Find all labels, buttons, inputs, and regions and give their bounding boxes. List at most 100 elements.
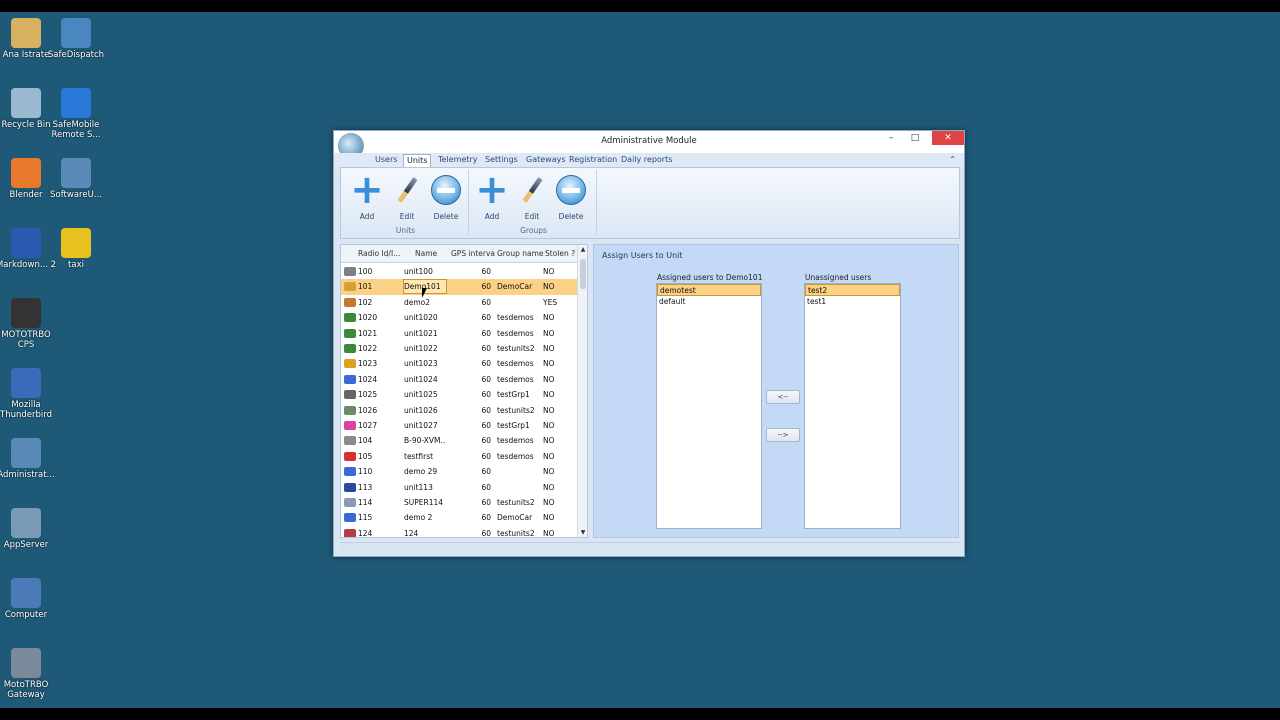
desktop-icon-taxi[interactable]: taxi xyxy=(45,228,107,270)
tab-users[interactable]: Users xyxy=(372,154,400,167)
cell-gps-interval: 60 xyxy=(481,421,491,430)
move-left-button[interactable]: <-- xyxy=(766,390,800,404)
desktop-icon-computer[interactable]: Computer xyxy=(0,578,57,620)
units-grid: Radio Id/I... Name GPS interval Group na… xyxy=(340,244,588,538)
table-row[interactable]: 1023 unit1023 60 tesdemos NO xyxy=(341,356,579,371)
column-header-gps-interval[interactable]: GPS interval xyxy=(451,249,495,258)
table-row[interactable]: 115 demo 2 60 DemoCar NO xyxy=(341,510,579,525)
list-item[interactable]: test2 xyxy=(805,284,900,296)
desktop-icon-mototrbo-cps[interactable]: MOTOTRBO CPS xyxy=(0,298,57,350)
list-item[interactable]: test1 xyxy=(805,296,900,308)
desktop-icon-label: Administrat... xyxy=(0,470,55,480)
tab-units[interactable]: Units xyxy=(403,154,432,167)
tab-daily-reports[interactable]: Daily reports xyxy=(618,154,675,167)
delete-unit-button[interactable]: Delete xyxy=(428,174,464,221)
cell-radio-id: 1027 xyxy=(358,421,378,430)
grid-scrollbar[interactable]: ▲ ▼ xyxy=(577,245,587,537)
desktop-icon-label: taxi xyxy=(68,260,84,270)
scroll-down-icon[interactable]: ▼ xyxy=(578,529,587,536)
table-row[interactable]: 104 B-90-XVM... 60 tesdemos NO xyxy=(341,433,579,448)
table-row[interactable]: 101 Demo101 60 DemoCar NO xyxy=(341,279,579,295)
list-item[interactable]: demotest xyxy=(657,284,761,296)
table-row[interactable]: 105 testfirst 60 tesdemos NO xyxy=(341,449,579,464)
cell-gps-interval: 60 xyxy=(481,313,491,323)
cell-gps-interval: 60 xyxy=(481,297,491,307)
edit-unit-button[interactable]: Edit xyxy=(389,174,425,221)
unassigned-users-list[interactable]: test2 test1 xyxy=(804,283,901,529)
plus-icon: + xyxy=(350,167,384,213)
table-row[interactable]: 1026 unit1026 60 testunits2 NO xyxy=(341,403,579,418)
scroll-up-icon[interactable]: ▲ xyxy=(578,246,587,253)
cell-stolen: NO xyxy=(543,436,555,446)
close-button[interactable]: ✕ xyxy=(932,131,964,145)
desktop-icon-label: SoftwareU... xyxy=(50,190,102,200)
table-row[interactable]: 1022 unit1022 60 testunits2 NO xyxy=(341,341,579,356)
cell-gps-interval: 60 xyxy=(481,390,491,400)
cell-stolen: NO xyxy=(543,498,555,507)
desktop-icon-software-update[interactable]: SoftwareU... xyxy=(45,158,107,200)
unit-type-icon xyxy=(344,297,356,307)
desktop-icon-appserver[interactable]: AppServer xyxy=(0,508,57,550)
cell-name: unit100 xyxy=(404,267,433,276)
cell-name: 124 xyxy=(404,528,419,538)
add-group-button[interactable]: + Add xyxy=(474,170,510,221)
tab-gateways[interactable]: Gateways xyxy=(523,154,569,167)
tab-registration[interactable]: Registration xyxy=(566,154,620,167)
cell-group-name: testGrp1 xyxy=(497,390,530,400)
minimize-button[interactable]: – xyxy=(882,131,900,145)
cell-gps-interval: 60 xyxy=(481,405,491,415)
unit-type-icon xyxy=(344,498,356,507)
table-row[interactable]: 1021 unit1021 60 tesdemos NO xyxy=(341,326,579,341)
unit-type-icon xyxy=(344,513,356,523)
delete-group-button[interactable]: Delete xyxy=(553,174,589,221)
table-row[interactable]: 100 unit100 60 NO xyxy=(341,264,579,279)
cell-radio-id: 105 xyxy=(358,451,373,461)
desktop-icon-safedispatch[interactable]: SafeDispatch xyxy=(45,18,107,60)
edit-group-button[interactable]: Edit xyxy=(514,174,550,221)
cell-name: demo 2 xyxy=(404,513,433,523)
table-row[interactable]: 102 demo2 60 YES xyxy=(341,295,579,310)
unit-type-icon xyxy=(344,421,356,430)
cell-gps-interval: 60 xyxy=(481,467,491,477)
tab-settings[interactable]: Settings xyxy=(482,154,521,167)
desktop-icon-teamviewer[interactable]: SafeMobile Remote S... xyxy=(45,88,107,140)
thunderbird-icon xyxy=(11,368,41,398)
column-header-stolen[interactable]: Stolen ? xyxy=(545,249,579,258)
cell-name: unit1026 xyxy=(404,405,438,415)
maximize-button[interactable]: □ xyxy=(906,131,924,145)
desktop-icon-thunderbird[interactable]: Mozilla Thunderbird xyxy=(0,368,57,420)
table-row[interactable]: 1020 unit1020 60 tesdemos NO xyxy=(341,310,579,325)
assign-users-panel: Assign Users to Unit Assigned users to D… xyxy=(593,244,959,538)
scroll-thumb[interactable] xyxy=(580,259,586,289)
column-header-group-name[interactable]: Group name xyxy=(497,249,543,258)
unit-type-icon xyxy=(344,436,356,446)
assigned-users-list[interactable]: demotest default xyxy=(656,283,762,529)
mototrbo-cps-icon xyxy=(11,298,41,328)
status-bar xyxy=(340,542,960,552)
move-right-button[interactable]: --> xyxy=(766,428,800,442)
table-row[interactable]: 1024 unit1024 60 tesdemos NO xyxy=(341,372,579,387)
table-row[interactable]: 124 124 60 testunits2 NO xyxy=(341,526,579,538)
table-row[interactable]: 113 unit113 60 NO xyxy=(341,480,579,495)
column-header-radio-id[interactable]: Radio Id/I... xyxy=(358,249,402,258)
tab-telemetry[interactable]: Telemetry xyxy=(435,154,480,167)
desktop-icon-mototrbo-gateway[interactable]: MotoTRBO Gateway xyxy=(0,648,57,700)
grid-header: Radio Id/I... Name GPS interval Group na… xyxy=(341,245,579,263)
ribbon-group-groups: + Add Edit Delete Groups xyxy=(471,170,597,236)
column-header-name[interactable]: Name xyxy=(415,249,451,258)
table-row[interactable]: 114 SUPER114 60 testunits2 NO xyxy=(341,495,579,510)
collapse-ribbon-icon[interactable]: ⌃ xyxy=(949,155,956,164)
unit-type-icon xyxy=(344,282,356,292)
cell-radio-id: 124 xyxy=(358,528,373,538)
table-row[interactable]: 110 demo 29 60 NO xyxy=(341,464,579,479)
desktop-icon-admin-module[interactable]: Administrat... xyxy=(0,438,57,480)
table-row[interactable]: 1027 unit1027 60 testGrp1 NO xyxy=(341,418,579,433)
unit-type-icon xyxy=(344,328,356,338)
unit-type-icon xyxy=(344,405,356,415)
unit-type-icon xyxy=(344,267,356,276)
list-item[interactable]: default xyxy=(657,296,761,308)
title-bar[interactable]: Administrative Module – □ ✕ xyxy=(334,131,964,159)
add-unit-button[interactable]: + Add xyxy=(349,167,385,221)
cell-gps-interval: 60 xyxy=(481,528,491,538)
table-row[interactable]: 1025 unit1025 60 testGrp1 NO xyxy=(341,387,579,402)
